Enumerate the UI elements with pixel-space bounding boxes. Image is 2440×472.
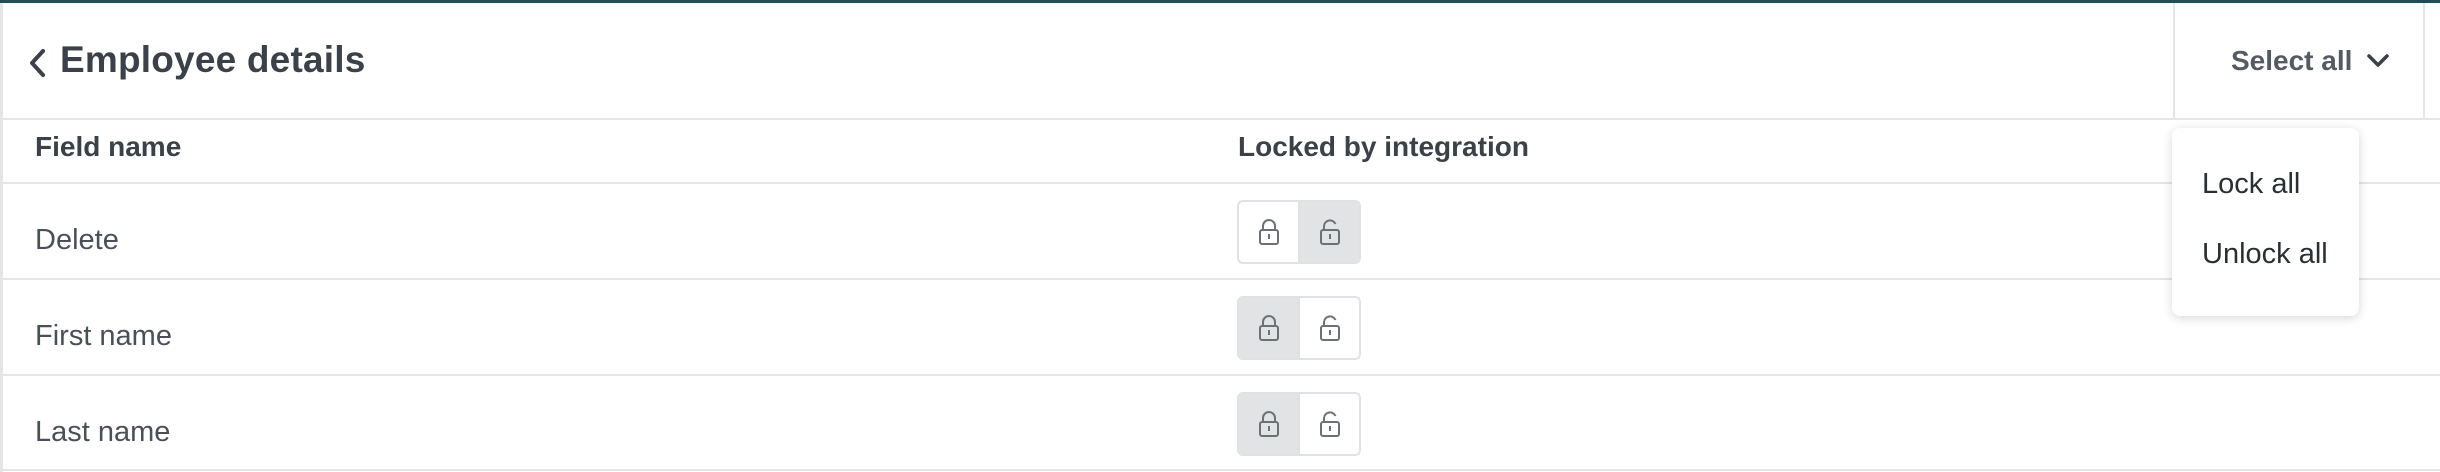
select-all-label: Select all	[2231, 45, 2353, 76]
row-divider	[3, 182, 2440, 184]
lock-toggle-delete	[1237, 200, 1361, 264]
unlock-segment[interactable]	[1298, 298, 1359, 358]
column-header-locked-by-integration: Locked by integration	[1238, 131, 1529, 162]
unlock-icon	[1319, 411, 1340, 437]
row-label-first-name: First name	[35, 320, 172, 352]
lock-toggle-first-name	[1237, 296, 1361, 360]
column-header-field-name: Field name	[35, 131, 182, 162]
page-header: Employee details	[3, 3, 2440, 120]
row-divider	[3, 374, 2440, 376]
unlock-all-option[interactable]: Unlock all	[2202, 238, 2328, 271]
lock-toggle-last-name	[1237, 392, 1361, 456]
chevron-left-icon	[30, 49, 45, 77]
page-title: Employee details	[60, 39, 366, 80]
unlock-icon	[1319, 219, 1340, 245]
lock-segment[interactable]	[1239, 298, 1298, 358]
lock-icon	[1258, 219, 1279, 245]
back-button[interactable]	[25, 43, 51, 83]
row-label-last-name: Last name	[35, 416, 171, 448]
lock-all-option[interactable]: Lock all	[2202, 168, 2300, 201]
lock-icon	[1258, 315, 1279, 341]
lock-segment[interactable]	[1239, 394, 1298, 454]
row-divider	[3, 469, 2440, 471]
select-all-button[interactable]: Select all	[2231, 45, 2390, 77]
unlock-segment[interactable]	[1298, 394, 1359, 454]
unlock-segment[interactable]	[1298, 202, 1359, 262]
select-all-container: Select all	[2173, 3, 2425, 120]
row-label-delete: Delete	[35, 224, 119, 256]
chevron-down-icon	[2367, 54, 2390, 67]
row-divider	[3, 278, 2440, 280]
unlock-icon	[1319, 315, 1340, 341]
select-all-dropdown: Lock all Unlock all	[2172, 128, 2359, 316]
lock-icon	[1258, 411, 1279, 437]
lock-segment[interactable]	[1239, 202, 1298, 262]
